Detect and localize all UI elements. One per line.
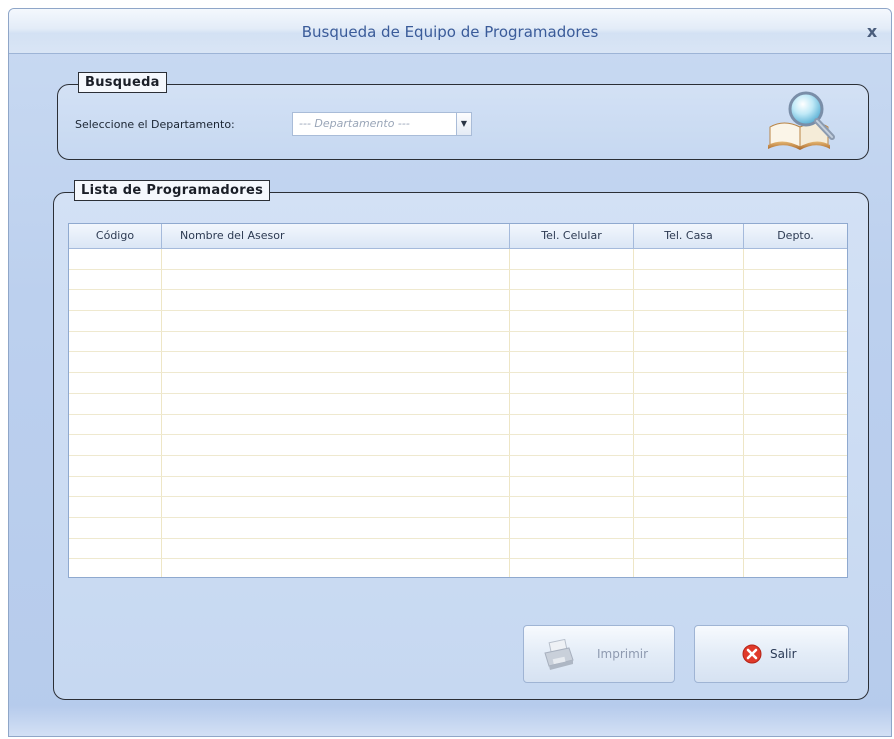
column-header-nombre[interactable]: Nombre del Asesor	[162, 224, 510, 248]
book-magnifier-icon	[762, 89, 842, 151]
table-row[interactable]	[69, 497, 847, 518]
department-select[interactable]: --- Departamento --- ▼	[292, 112, 472, 136]
close-button[interactable]: x	[863, 23, 881, 41]
exit-button-label: Salir	[770, 647, 797, 661]
table-row[interactable]	[69, 249, 847, 270]
table-row[interactable]	[69, 476, 847, 498]
table-row[interactable]	[69, 538, 847, 560]
exit-button[interactable]: Salir	[694, 625, 849, 683]
table-row[interactable]	[69, 290, 847, 312]
table-row[interactable]	[69, 455, 847, 477]
column-header-depto[interactable]: Depto.	[744, 224, 847, 248]
table-row[interactable]	[69, 331, 847, 353]
programmers-table[interactable]: Código Nombre del Asesor Tel. Celular Te…	[68, 223, 848, 578]
print-button-label: Imprimir	[597, 647, 649, 661]
table-row[interactable]	[69, 373, 847, 394]
table-row[interactable]	[69, 414, 847, 436]
search-group-legend: Busqueda	[78, 72, 167, 93]
table-row[interactable]	[69, 269, 847, 291]
table-row[interactable]	[69, 352, 847, 374]
table-row[interactable]	[69, 559, 847, 577]
table-row[interactable]	[69, 435, 847, 456]
table-row[interactable]	[69, 393, 847, 415]
table-body[interactable]	[69, 249, 847, 577]
programmers-group: Lista de Programadores Código Nombre del…	[53, 180, 869, 700]
title-bar[interactable]: Busqueda de Equipo de Programadores x	[9, 9, 891, 54]
table-row[interactable]	[69, 311, 847, 332]
main-window: Busqueda de Equipo de Programadores x Bu…	[8, 8, 892, 737]
printer-icon	[542, 638, 576, 671]
column-header-codigo[interactable]: Código	[69, 224, 162, 248]
column-header-celular[interactable]: Tel. Celular	[510, 224, 634, 248]
department-select-value: --- Departamento ---	[299, 117, 410, 130]
table-row[interactable]	[69, 517, 847, 539]
table-header: Código Nombre del Asesor Tel. Celular Te…	[69, 224, 847, 249]
close-circle-icon	[742, 644, 762, 664]
window-bottom-strip	[9, 706, 891, 736]
column-header-casa[interactable]: Tel. Casa	[634, 224, 744, 248]
department-label: Seleccione el Departamento:	[75, 118, 235, 131]
print-button[interactable]: Imprimir	[523, 625, 675, 683]
window-title: Busqueda de Equipo de Programadores	[301, 23, 599, 41]
chevron-down-icon[interactable]: ▼	[456, 113, 471, 135]
programmers-group-legend: Lista de Programadores	[74, 180, 271, 201]
search-group: Busqueda Seleccione el Departamento: ---…	[57, 72, 869, 160]
